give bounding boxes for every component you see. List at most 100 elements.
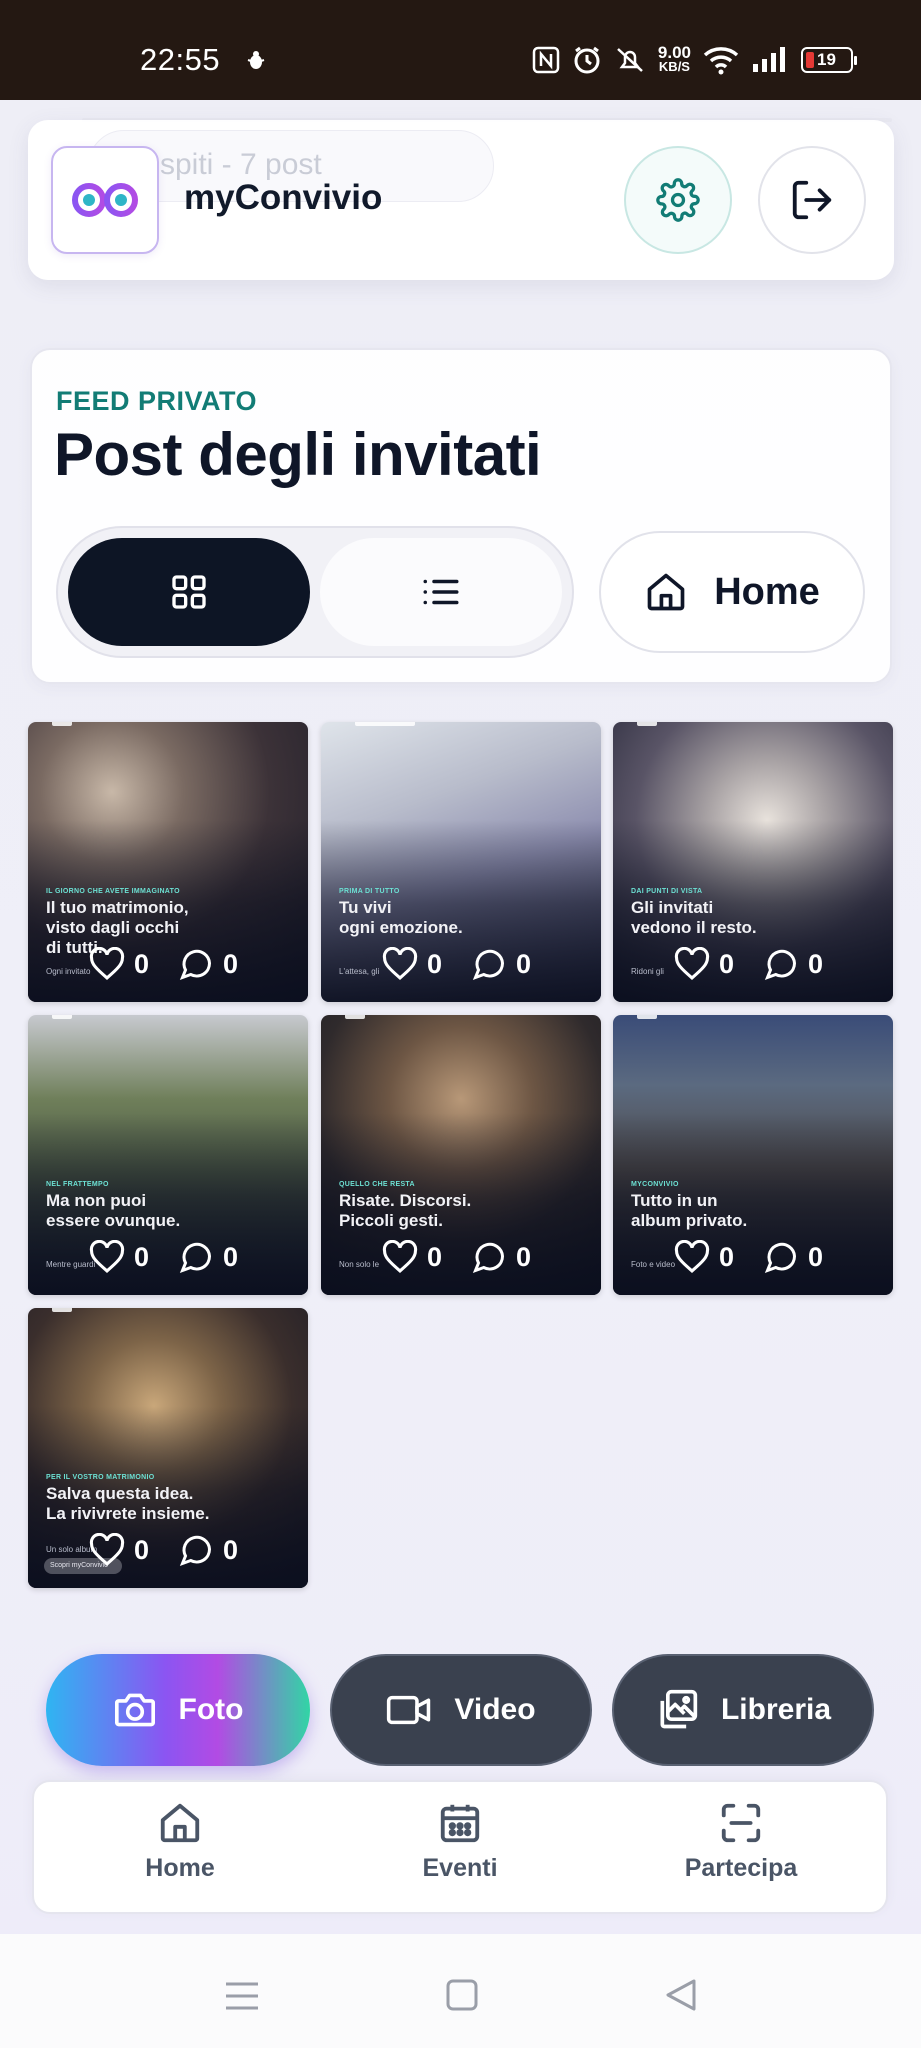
photo-button-label: Foto — [178, 1693, 244, 1726]
video-button-label: Video — [454, 1693, 536, 1726]
wifi-icon — [703, 47, 739, 75]
feed-kicker: FEED PRIVATO — [56, 386, 258, 416]
post-tag: DAI PUNTI DI VISTA — [631, 888, 703, 895]
post-metrics: 0 0 — [673, 1239, 843, 1275]
post-tag: MYCONVIVIO — [631, 1181, 679, 1188]
post-tag: QUELLO CHE RESTA — [339, 1181, 415, 1188]
post-tile[interactable]: QUELLO CHE RESTA Risate. Discorsi. Picco… — [321, 1015, 601, 1295]
app-logo[interactable] — [51, 146, 159, 254]
status-time: 22:55 — [140, 42, 221, 77]
post-caption: Tutto in un album privato. — [631, 1191, 748, 1230]
square-home-icon[interactable] — [445, 1978, 479, 2012]
post-metrics: 0 0 — [381, 946, 551, 982]
comment-icon[interactable] — [470, 946, 508, 982]
library-button-label: Libreria — [720, 1693, 832, 1726]
home-button-label: Home — [714, 570, 820, 613]
nav-label-home: Home — [145, 1854, 215, 1882]
system-navigation-bar — [0, 1934, 921, 2048]
home-button[interactable]: Home — [599, 531, 865, 653]
post-tile[interactable]: IL GIORNO CHE AVETE IMMAGINATO Il tuo ma… — [28, 722, 308, 1002]
list-view-button[interactable] — [320, 538, 562, 646]
grid-icon — [172, 575, 206, 609]
app-name: myConvivio — [184, 178, 383, 217]
post-metrics: 0 0 — [673, 946, 843, 982]
video-button[interactable]: Video — [330, 1654, 592, 1766]
post-tile[interactable]: NEL FRATTEMPO Ma non puoi essere ovunque… — [28, 1015, 308, 1295]
network-speed: 9.00 KB/S — [657, 43, 691, 74]
post-tile[interactable]: PRIMA DI TUTTO Tu vivi ogni emozione. L'… — [321, 722, 601, 1002]
video-camera-icon — [387, 1695, 431, 1725]
post-tag: PRIMA DI TUTTO — [339, 888, 400, 895]
post-caption: Risate. Discorsi. Piccoli gesti. — [339, 1191, 472, 1230]
post-metrics: 0 0 — [88, 946, 258, 982]
post-metrics: 0 0 — [88, 1532, 258, 1568]
post-metrics: 0 0 — [88, 1239, 258, 1275]
comment-count: 0 — [516, 1241, 532, 1272]
comment-icon[interactable] — [470, 1239, 508, 1275]
comment-icon[interactable] — [177, 1239, 215, 1275]
comment-count: 0 — [808, 948, 824, 979]
like-count: 0 — [427, 1241, 443, 1272]
list-icon — [423, 579, 459, 605]
heart-icon[interactable] — [381, 947, 419, 981]
post-tile[interactable]: PER IL VOSTRO MATRIMONIO Salva questa id… — [28, 1308, 308, 1588]
home-icon — [160, 1803, 200, 1843]
nfc-icon — [532, 46, 560, 74]
nav-label-eventi: Eventi — [422, 1854, 498, 1882]
photo-button[interactable]: Foto — [46, 1654, 310, 1766]
post-tag: PER IL VOSTRO MATRIMONIO — [46, 1474, 155, 1481]
battery-icon: 19 — [801, 47, 857, 73]
comment-count: 0 — [223, 1534, 239, 1565]
gallery-icon — [660, 1689, 698, 1729]
comment-icon[interactable] — [177, 946, 215, 982]
heart-icon[interactable] — [673, 1240, 711, 1274]
like-count: 0 — [719, 948, 735, 979]
logout-button[interactable] — [758, 146, 866, 254]
post-tag: NEL FRATTEMPO — [46, 1181, 109, 1188]
nav-item-home[interactable]: Home — [80, 1800, 280, 1883]
post-caption: Salva questa idea. La rivivrete insieme. — [46, 1484, 210, 1523]
comment-icon[interactable] — [762, 1239, 800, 1275]
comment-count: 0 — [223, 948, 239, 979]
post-metrics: 0 0 — [381, 1239, 551, 1275]
post-caption: Gli invitati vedono il resto. — [631, 898, 757, 937]
page-title: Post degli invitati — [54, 421, 542, 488]
back-icon[interactable] — [664, 1978, 698, 2012]
post-tile[interactable]: DAI PUNTI DI VISTA Gli invitati vedono i… — [613, 722, 893, 1002]
post-tag: IL GIORNO CHE AVETE IMMAGINATO — [46, 888, 180, 895]
nav-label-partecipa: Partecipa — [684, 1854, 798, 1882]
heart-icon[interactable] — [88, 1533, 126, 1567]
heart-icon[interactable] — [88, 947, 126, 981]
like-count: 0 — [134, 1241, 150, 1272]
like-count: 0 — [719, 1241, 735, 1272]
infinity-logo-icon — [72, 183, 138, 217]
menu-icon[interactable] — [224, 1980, 260, 2012]
like-count: 0 — [134, 1534, 150, 1565]
post-caption: Tu vivi ogni emozione. — [339, 898, 463, 937]
comment-count: 0 — [223, 1241, 239, 1272]
nav-item-partecipa[interactable]: Partecipa — [641, 1800, 841, 1883]
comment-icon[interactable] — [177, 1532, 215, 1568]
gear-icon — [656, 178, 700, 222]
signal-icon — [753, 47, 785, 72]
heart-icon[interactable] — [673, 947, 711, 981]
comment-count: 0 — [516, 948, 532, 979]
home-icon — [647, 573, 685, 611]
settings-button[interactable] — [624, 146, 732, 254]
nav-item-eventi[interactable]: Eventi — [360, 1800, 560, 1883]
bug-icon — [247, 51, 265, 69]
like-count: 0 — [427, 948, 443, 979]
library-button[interactable]: Libreria — [612, 1654, 874, 1766]
post-caption: Ma non puoi essere ovunque. — [46, 1191, 181, 1230]
heart-icon[interactable] — [88, 1240, 126, 1274]
like-count: 0 — [134, 948, 150, 979]
heart-icon[interactable] — [381, 1240, 419, 1274]
comment-count: 0 — [808, 1241, 824, 1272]
post-tile[interactable]: MYCONVIVIO Tutto in un album privato. Fo… — [613, 1015, 893, 1295]
comment-icon[interactable] — [762, 946, 800, 982]
status-bar: 22:55 9.00 KB/S 19 — [0, 0, 921, 100]
grid-view-button[interactable] — [68, 538, 310, 646]
calendar-icon — [440, 1804, 480, 1843]
ghost-event-text: spiti - 7 post — [160, 148, 322, 181]
camera-icon — [114, 1693, 155, 1727]
